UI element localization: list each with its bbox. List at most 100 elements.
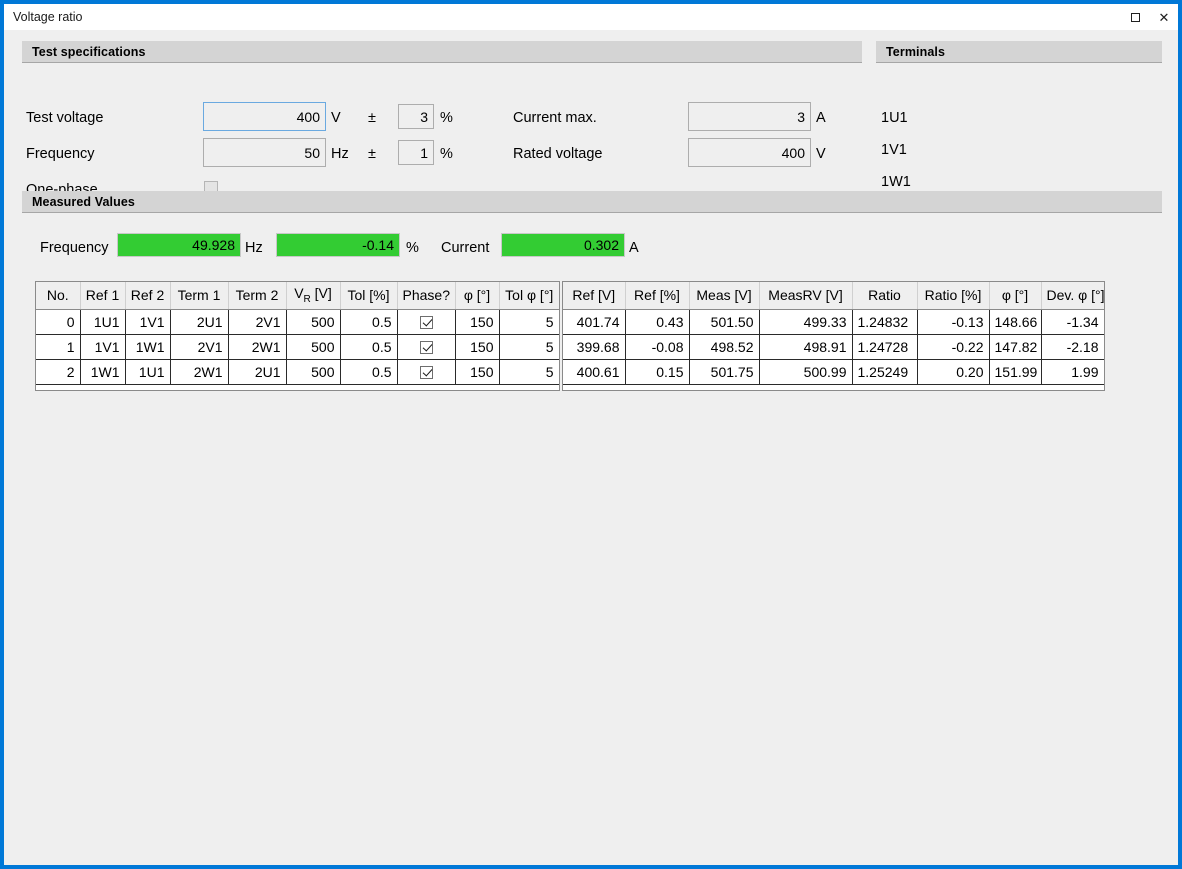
result-cell-ratio-pct[interactable]: -0.13 bbox=[917, 308, 990, 335]
close-button[interactable]: ✕ bbox=[1156, 9, 1172, 25]
maximize-button[interactable] bbox=[1127, 9, 1143, 25]
spec-col-tolphi[interactable]: Tol φ [°] bbox=[499, 282, 559, 310]
table-row[interactable]: 399.68 -0.08 498.52 498.91 1.24728 -0.22… bbox=[563, 333, 1104, 360]
result-cell-meas-v[interactable]: 501.75 bbox=[689, 358, 760, 385]
result-cell-meas-v[interactable]: 501.50 bbox=[689, 308, 760, 335]
spec-col-tol[interactable]: Tol [%] bbox=[340, 282, 398, 310]
spec-col-term1[interactable]: Term 1 bbox=[170, 282, 229, 310]
table-row[interactable]: 0 1U1 1V1 2U1 2V1 500 0.5 150 5 bbox=[36, 309, 559, 335]
result-col-phi[interactable]: φ [°] bbox=[989, 282, 1042, 310]
measured-values-header: Measured Values bbox=[22, 191, 1162, 213]
result-cell-dev-phi[interactable]: -1.34 bbox=[1041, 308, 1104, 335]
test-voltage-tolerance-input[interactable]: 3 bbox=[398, 104, 434, 129]
measured-frequency-deviation-unit: % bbox=[406, 240, 419, 256]
spec-cell-vr[interactable]: 500 bbox=[286, 309, 341, 335]
spec-cell-tolphi[interactable]: 5 bbox=[499, 334, 559, 360]
table-row[interactable]: 2 1W1 1U1 2W1 2U1 500 0.5 150 5 bbox=[36, 359, 559, 385]
result-cell-phi[interactable]: 151.99 bbox=[989, 358, 1042, 385]
result-cell-ref-pct[interactable]: -0.08 bbox=[625, 333, 690, 360]
terminal-item[interactable]: 1W1 bbox=[881, 175, 911, 190]
spec-col-term2[interactable]: Term 2 bbox=[228, 282, 287, 310]
result-cell-ratio-pct[interactable]: -0.22 bbox=[917, 333, 990, 360]
result-col-meas-v[interactable]: Meas [V] bbox=[689, 282, 760, 310]
result-cell-ref-v[interactable]: 399.68 bbox=[563, 333, 626, 360]
spec-col-phase[interactable]: Phase? bbox=[397, 282, 456, 310]
frequency-tolerance-input[interactable]: 1 bbox=[398, 140, 434, 165]
spec-cell-ref1[interactable]: 1V1 bbox=[80, 334, 126, 360]
result-col-ratio-pct[interactable]: Ratio [%] bbox=[917, 282, 990, 310]
current-max-label: Current max. bbox=[513, 110, 597, 126]
spec-cell-ref2[interactable]: 1V1 bbox=[125, 309, 171, 335]
test-specifications-title: Test specifications bbox=[32, 44, 146, 59]
spec-cell-tolphi[interactable]: 5 bbox=[499, 309, 559, 335]
result-cell-ref-v[interactable]: 400.61 bbox=[563, 358, 626, 385]
result-cell-measrv-v[interactable]: 499.33 bbox=[759, 308, 853, 335]
result-cell-ratio-pct[interactable]: 0.20 bbox=[917, 358, 990, 385]
result-cell-ratio[interactable]: 1.24832 bbox=[852, 308, 918, 335]
result-col-ratio[interactable]: Ratio bbox=[852, 282, 918, 310]
checkbox-checked-icon[interactable] bbox=[419, 366, 433, 380]
spec-col-no[interactable]: No. bbox=[36, 282, 81, 310]
result-cell-dev-phi[interactable]: 1.99 bbox=[1041, 358, 1104, 385]
spec-cell-no[interactable]: 1 bbox=[36, 334, 81, 360]
result-col-measrv-v[interactable]: MeasRV [V] bbox=[759, 282, 853, 310]
result-cell-ref-pct[interactable]: 0.15 bbox=[625, 358, 690, 385]
terminal-item[interactable]: 1U1 bbox=[881, 111, 908, 126]
result-col-ref-v[interactable]: Ref [V] bbox=[563, 282, 626, 310]
table-row[interactable]: 401.74 0.43 501.50 499.33 1.24832 -0.13 … bbox=[563, 308, 1104, 335]
result-cell-dev-phi[interactable]: -2.18 bbox=[1041, 333, 1104, 360]
spec-cell-vr[interactable]: 500 bbox=[286, 334, 341, 360]
result-col-ref-pct[interactable]: Ref [%] bbox=[625, 282, 690, 310]
spec-cell-ref1[interactable]: 1W1 bbox=[80, 359, 126, 385]
spec-cell-phi[interactable]: 150 bbox=[455, 359, 500, 385]
spec-cell-term1[interactable]: 2U1 bbox=[170, 309, 229, 335]
table-row[interactable]: 1 1V1 1W1 2V1 2W1 500 0.5 150 5 bbox=[36, 334, 559, 360]
frequency-input[interactable]: 50 bbox=[203, 138, 326, 167]
measured-frequency-unit: Hz bbox=[245, 240, 263, 256]
result-cell-ref-pct[interactable]: 0.43 bbox=[625, 308, 690, 335]
spec-col-vr[interactable]: VR [V] bbox=[286, 282, 341, 310]
result-cell-phi[interactable]: 148.66 bbox=[989, 308, 1042, 335]
table-row[interactable]: 400.61 0.15 501.75 500.99 1.25249 0.20 1… bbox=[563, 358, 1104, 385]
result-cell-ratio[interactable]: 1.25249 bbox=[852, 358, 918, 385]
spec-cell-term1[interactable]: 2W1 bbox=[170, 359, 229, 385]
spec-cell-phase[interactable] bbox=[397, 359, 456, 385]
spec-cell-term2[interactable]: 2W1 bbox=[228, 334, 287, 360]
spec-cell-tol[interactable]: 0.5 bbox=[340, 309, 398, 335]
spec-cell-tolphi[interactable]: 5 bbox=[499, 359, 559, 385]
spec-cell-phase[interactable] bbox=[397, 334, 456, 360]
result-cell-ratio[interactable]: 1.24728 bbox=[852, 333, 918, 360]
spec-cell-ref2[interactable]: 1W1 bbox=[125, 334, 171, 360]
measured-current-unit: A bbox=[629, 240, 639, 256]
spec-table[interactable]: No. Ref 1 Ref 2 Term 1 Term 2 VR [V] Tol… bbox=[35, 281, 560, 391]
spec-col-ref2[interactable]: Ref 2 bbox=[125, 282, 171, 310]
spec-cell-no[interactable]: 2 bbox=[36, 359, 81, 385]
spec-cell-phi[interactable]: 150 bbox=[455, 309, 500, 335]
spec-col-phi[interactable]: φ [°] bbox=[455, 282, 500, 310]
checkbox-checked-icon[interactable] bbox=[419, 341, 433, 355]
test-voltage-input[interactable]: 400 bbox=[203, 102, 326, 131]
spec-cell-ref2[interactable]: 1U1 bbox=[125, 359, 171, 385]
terminal-item[interactable]: 1V1 bbox=[881, 143, 907, 158]
spec-cell-term1[interactable]: 2V1 bbox=[170, 334, 229, 360]
result-col-dev-phi[interactable]: Dev. φ [°] bbox=[1041, 282, 1104, 310]
spec-cell-phase[interactable] bbox=[397, 309, 456, 335]
spec-cell-no[interactable]: 0 bbox=[36, 309, 81, 335]
spec-cell-term2[interactable]: 2U1 bbox=[228, 359, 287, 385]
spec-cell-tol[interactable]: 0.5 bbox=[340, 334, 398, 360]
spec-cell-term2[interactable]: 2V1 bbox=[228, 309, 287, 335]
current-max-input[interactable]: 3 bbox=[688, 102, 811, 131]
result-cell-ref-v[interactable]: 401.74 bbox=[563, 308, 626, 335]
rated-voltage-input[interactable]: 400 bbox=[688, 138, 811, 167]
result-cell-measrv-v[interactable]: 500.99 bbox=[759, 358, 853, 385]
result-table[interactable]: Ref [V] Ref [%] Meas [V] MeasRV [V] Rati… bbox=[562, 281, 1105, 391]
spec-cell-phi[interactable]: 150 bbox=[455, 334, 500, 360]
spec-col-ref1[interactable]: Ref 1 bbox=[80, 282, 126, 310]
result-cell-phi[interactable]: 147.82 bbox=[989, 333, 1042, 360]
result-cell-measrv-v[interactable]: 498.91 bbox=[759, 333, 853, 360]
result-cell-meas-v[interactable]: 498.52 bbox=[689, 333, 760, 360]
spec-cell-ref1[interactable]: 1U1 bbox=[80, 309, 126, 335]
spec-cell-tol[interactable]: 0.5 bbox=[340, 359, 398, 385]
checkbox-checked-icon[interactable] bbox=[419, 316, 433, 330]
spec-cell-vr[interactable]: 500 bbox=[286, 359, 341, 385]
